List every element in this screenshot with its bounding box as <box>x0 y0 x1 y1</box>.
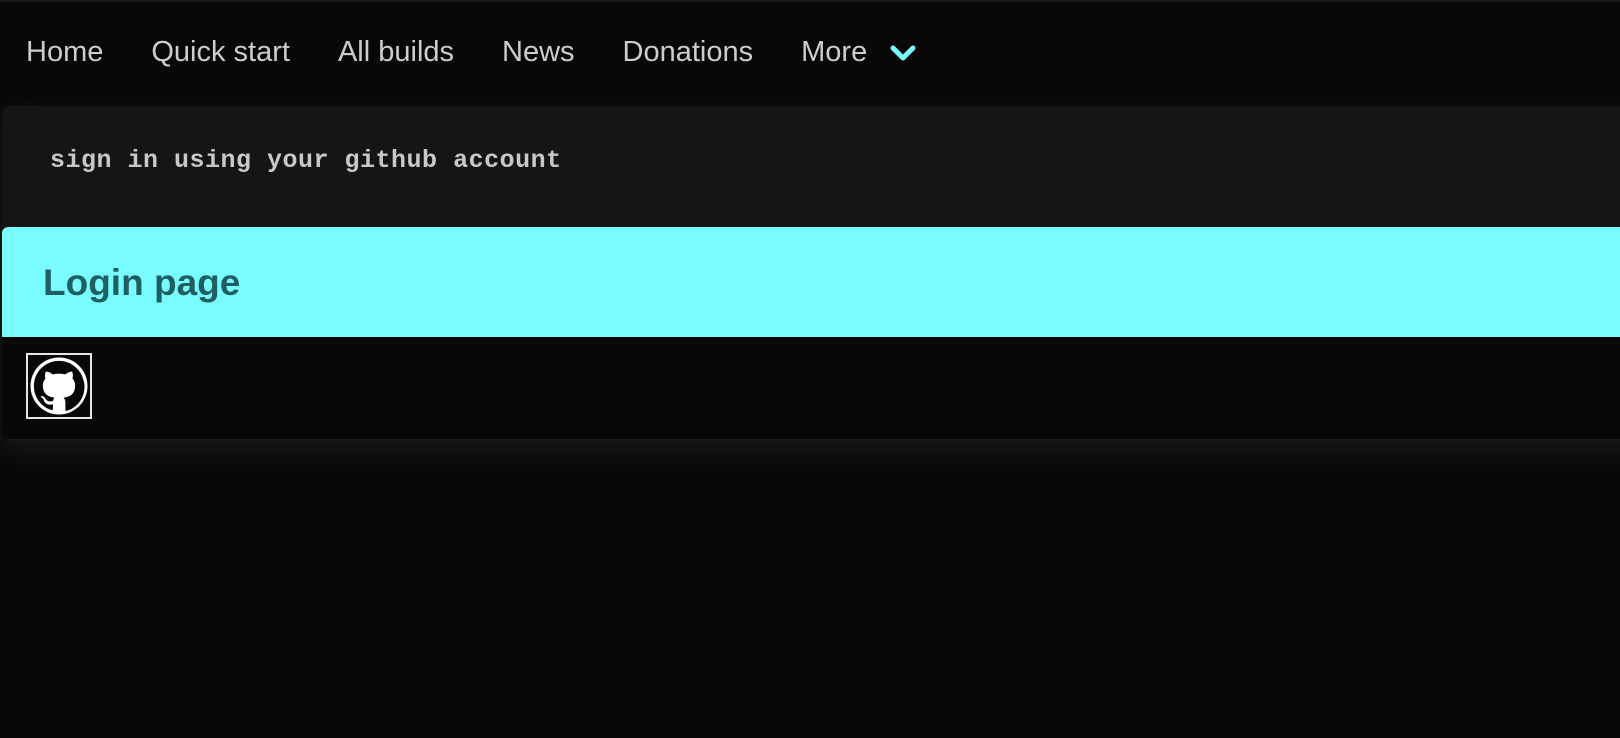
nav-item-news[interactable]: News <box>502 37 575 69</box>
top-navigation: Home Quick start All builds News Donatio… <box>0 2 1620 104</box>
nav-item-donations[interactable]: Donations <box>623 37 754 69</box>
signin-notice: sign in using your github account <box>2 106 1620 227</box>
nav-item-all-builds[interactable]: All builds <box>338 37 454 69</box>
github-login-button[interactable] <box>26 353 92 419</box>
card-header: Login page <box>2 227 1620 337</box>
page-title: Login page <box>43 261 241 303</box>
nav-item-home[interactable]: Home <box>26 37 103 69</box>
nav-item-more[interactable]: More <box>801 37 867 69</box>
page: Home Quick start All builds News Donatio… <box>0 0 1620 738</box>
chevron-down-icon[interactable] <box>889 42 917 64</box>
login-card: sign in using your github account Login … <box>2 106 1620 440</box>
card-body <box>2 337 1620 440</box>
signin-notice-text: sign in using your github account <box>50 146 562 175</box>
nav-item-quick-start[interactable]: Quick start <box>151 37 290 69</box>
nav-more-dropdown[interactable]: More <box>801 37 917 69</box>
github-icon <box>30 357 88 415</box>
